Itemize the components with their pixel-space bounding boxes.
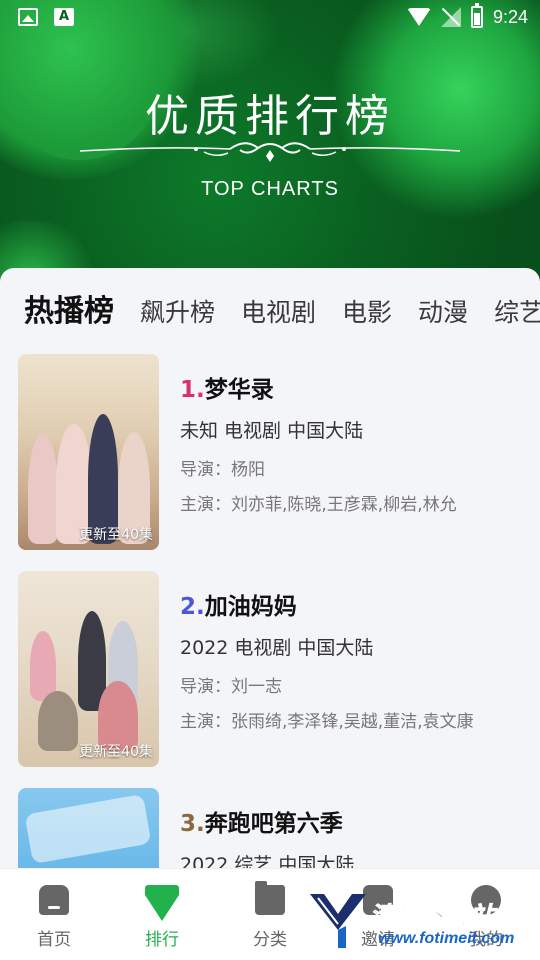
header-banner: A 9:24 优质排行榜 TOP CHARTS	[0, 0, 540, 300]
episode-badge: 更新至40集	[79, 744, 153, 760]
diamond-icon	[145, 895, 179, 921]
wifi-icon	[406, 8, 431, 26]
item-cast: 主演：张雨绮,李泽锋,吴越,董洁,袁文康	[180, 712, 474, 732]
item-meta: 2022 电视剧 中国大陆	[180, 637, 374, 659]
item-title[interactable]: 1.梦华录	[180, 370, 457, 404]
clock: 9:24	[492, 6, 528, 27]
folder-icon	[255, 881, 285, 915]
app-notification-icon: A	[54, 8, 74, 26]
tab-tv[interactable]: 电视剧	[241, 293, 316, 329]
watermark: 清源下载站 www.fotimeit.com	[308, 888, 514, 954]
list-item[interactable]: 更新至40集 1.梦华录 未知 电视剧 中国大陆 导演：杨阳 主演：刘亦菲,陈晓…	[18, 354, 528, 550]
rank-number: 2.	[180, 594, 205, 620]
poster-thumbnail[interactable]: 更新至40集	[18, 571, 159, 767]
image-notification-icon	[18, 8, 38, 26]
page-subtitle: TOP CHARTS	[201, 178, 339, 200]
watermark-logo-icon	[310, 894, 366, 948]
tab-anime[interactable]: 动漫	[418, 293, 468, 329]
tab-movie[interactable]: 电影	[342, 293, 392, 329]
item-director: 导演：杨阳	[180, 460, 265, 480]
item-meta: 未知 电视剧 中国大陆	[180, 420, 364, 442]
nav-home[interactable]: 首页	[0, 885, 108, 950]
item-title[interactable]: 3.奔跑吧第六季	[180, 804, 354, 838]
poster-thumbnail[interactable]	[18, 788, 159, 868]
ornament-divider	[80, 142, 460, 162]
item-title[interactable]: 2.加油妈妈	[180, 587, 474, 621]
no-signal-icon	[440, 7, 461, 27]
item-meta: 2022 综艺 中国大陆	[180, 854, 355, 868]
battery-icon	[470, 3, 483, 28]
status-bar: A 9:24	[0, 0, 540, 36]
rank-number: 3.	[180, 811, 205, 837]
item-director: 导演：刘一志	[180, 677, 282, 697]
nav-ranking[interactable]: 排行	[108, 885, 216, 950]
page-title: 优质排行榜	[145, 91, 395, 142]
home-icon	[39, 885, 69, 915]
watermark-text: 清源下载站	[370, 902, 495, 931]
tab-hot[interactable]: 热播榜	[24, 286, 114, 330]
rank-number: 1.	[180, 377, 205, 403]
category-tabs: 热播榜 飙升榜 电视剧 电影 动漫 综艺	[24, 286, 540, 330]
ranking-panel: 热播榜 飙升榜 电视剧 电影 动漫 综艺 更新至40集 1.梦华录 未知 电视剧…	[0, 268, 540, 868]
watermark-url: www.fotimeit.com	[378, 930, 515, 947]
tab-rising[interactable]: 飙升榜	[140, 293, 215, 329]
tab-variety[interactable]: 综艺	[494, 293, 540, 329]
list-item[interactable]: 更新至40集 2.加油妈妈 2022 电视剧 中国大陆 导演：刘一志 主演：张雨…	[18, 571, 528, 767]
item-cast: 主演：刘亦菲,陈晓,王彦霖,柳岩,林允	[180, 495, 457, 515]
list-item[interactable]: 3.奔跑吧第六季 2022 综艺 中国大陆	[18, 788, 528, 868]
poster-thumbnail[interactable]: 更新至40集	[18, 354, 159, 550]
episode-badge: 更新至40集	[79, 527, 153, 543]
